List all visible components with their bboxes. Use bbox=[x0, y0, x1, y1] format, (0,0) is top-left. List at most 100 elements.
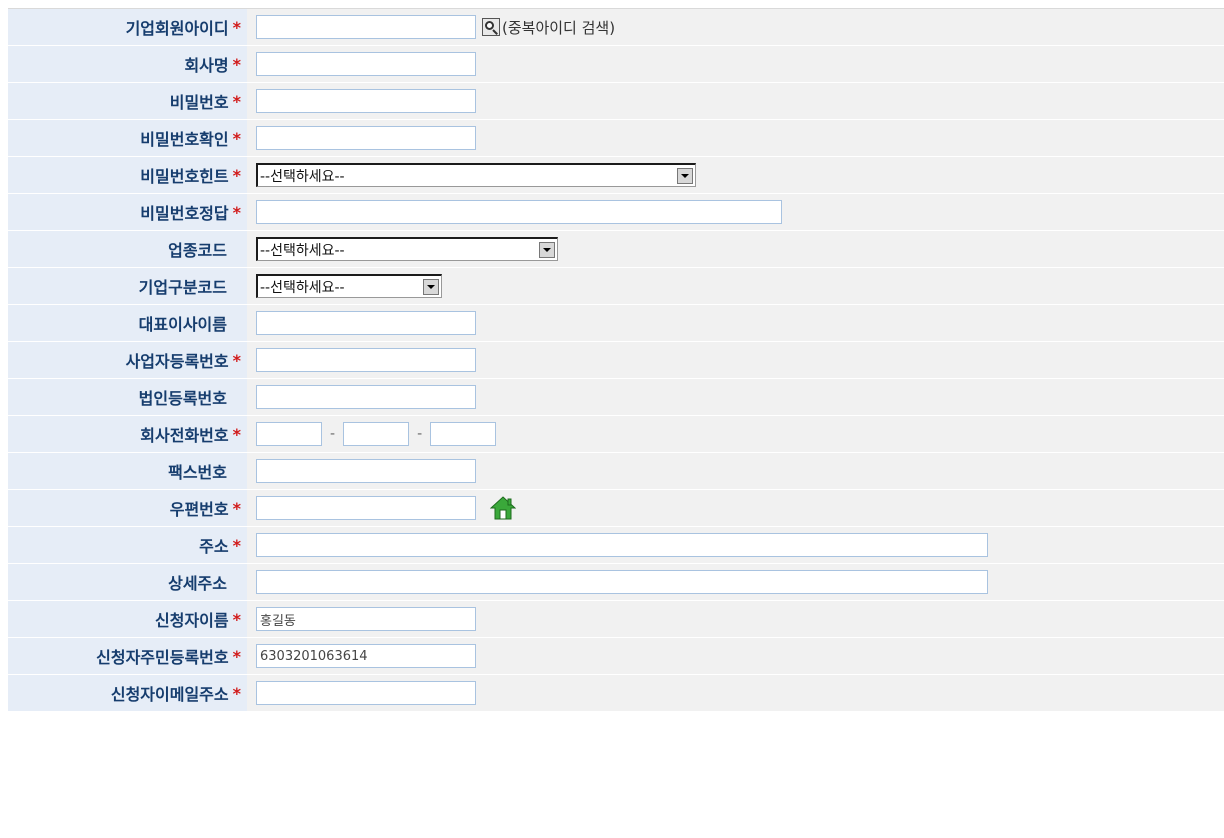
label-text: 법인등록번호 bbox=[138, 389, 227, 408]
label-text: 사업자등록번호 bbox=[125, 352, 229, 371]
industry-code-select[interactable]: --선택하세요-- bbox=[256, 237, 558, 261]
label-applicant-email: 신청자이메일주소 * bbox=[8, 675, 247, 711]
label-text: 업종코드 bbox=[168, 241, 227, 260]
label-address: 주소 * bbox=[8, 527, 247, 563]
field-company-phone: - - bbox=[247, 416, 1224, 452]
row-applicant-email: 신청자이메일주소 * bbox=[8, 675, 1224, 712]
label-corp-reg-no: 법인등록번호 bbox=[8, 379, 247, 415]
label-industry-code: 업종코드 bbox=[8, 231, 247, 267]
row-zipcode: 우편번호 * bbox=[8, 490, 1224, 527]
field-fax bbox=[247, 453, 1224, 489]
chevron-down-icon[interactable] bbox=[423, 278, 439, 295]
field-industry-code: --선택하세요-- bbox=[247, 231, 1224, 267]
field-ceo-name bbox=[247, 305, 1224, 341]
label-corp-type-code: 기업구분코드 bbox=[8, 268, 247, 304]
label-text: 상세주소 bbox=[168, 574, 227, 593]
required-mark: * bbox=[232, 128, 241, 148]
label-text: 주소 bbox=[199, 537, 229, 556]
row-company-phone: 회사전화번호 * - - bbox=[8, 416, 1224, 453]
label-applicant-name: 신청자이름 * bbox=[8, 601, 247, 637]
corp-id-input[interactable] bbox=[256, 15, 476, 39]
ceo-name-input[interactable] bbox=[256, 311, 476, 335]
required-mark: * bbox=[232, 165, 241, 185]
field-corp-reg-no bbox=[247, 379, 1224, 415]
required-mark: * bbox=[232, 424, 241, 444]
row-company-name: 회사명 * bbox=[8, 46, 1224, 83]
company-name-input[interactable] bbox=[256, 52, 476, 76]
label-password: 비밀번호 * bbox=[8, 83, 247, 119]
field-corp-type-code: --선택하세요-- bbox=[247, 268, 1224, 304]
label-ceo-name: 대표이사이름 bbox=[8, 305, 247, 341]
field-password-confirm bbox=[247, 120, 1224, 156]
home-icon[interactable] bbox=[490, 495, 516, 521]
select-value: --선택하세요-- bbox=[260, 242, 345, 259]
search-icon[interactable] bbox=[482, 18, 500, 36]
label-text: 신청자이름 bbox=[155, 611, 229, 630]
label-password-hint: 비밀번호힌트 * bbox=[8, 157, 247, 193]
label-text: 팩스번호 bbox=[168, 463, 227, 482]
label-text: 비밀번호정답 bbox=[140, 204, 229, 223]
label-company-phone: 회사전화번호 * bbox=[8, 416, 247, 452]
row-applicant-name: 신청자이름 * bbox=[8, 601, 1224, 638]
row-corp-reg-no: 법인등록번호 bbox=[8, 379, 1224, 416]
field-corp-id: (중복아이디 검색) bbox=[247, 9, 1224, 45]
field-applicant-email bbox=[247, 675, 1224, 711]
field-zipcode bbox=[247, 490, 1224, 526]
applicant-email-input[interactable] bbox=[256, 681, 476, 705]
row-fax: 팩스번호 bbox=[8, 453, 1224, 490]
field-company-name bbox=[247, 46, 1224, 82]
chevron-down-icon[interactable] bbox=[677, 167, 693, 184]
label-text: 기업회원아이디 bbox=[125, 19, 229, 38]
row-applicant-rrn: 신청자주민등록번호 * bbox=[8, 638, 1224, 675]
label-fax: 팩스번호 bbox=[8, 453, 247, 489]
field-applicant-rrn bbox=[247, 638, 1224, 674]
label-text: 대표이사이름 bbox=[138, 315, 227, 334]
password-answer-input[interactable] bbox=[256, 200, 782, 224]
label-text: 회사전화번호 bbox=[140, 426, 229, 445]
label-company-name: 회사명 * bbox=[8, 46, 247, 82]
required-mark: * bbox=[232, 609, 241, 629]
row-password-answer: 비밀번호정답 * bbox=[8, 194, 1224, 231]
password-confirm-input[interactable] bbox=[256, 126, 476, 150]
corp-type-code-select[interactable]: --선택하세요-- bbox=[256, 274, 442, 298]
field-password bbox=[247, 83, 1224, 119]
fax-input[interactable] bbox=[256, 459, 476, 483]
corp-reg-no-input[interactable] bbox=[256, 385, 476, 409]
label-text: 우편번호 bbox=[169, 500, 229, 519]
required-mark: * bbox=[232, 535, 241, 555]
label-address-detail: 상세주소 bbox=[8, 564, 247, 600]
zipcode-input[interactable] bbox=[256, 496, 476, 520]
field-address bbox=[247, 527, 1224, 563]
chevron-down-icon[interactable] bbox=[539, 241, 555, 258]
phone-part1-input[interactable] bbox=[256, 422, 322, 446]
required-mark: * bbox=[232, 350, 241, 370]
row-password-confirm: 비밀번호확인 * bbox=[8, 120, 1224, 157]
applicant-name-input[interactable] bbox=[256, 607, 476, 631]
label-applicant-rrn: 신청자주민등록번호 * bbox=[8, 638, 247, 674]
business-reg-no-input[interactable] bbox=[256, 348, 476, 372]
address-detail-input[interactable] bbox=[256, 570, 988, 594]
required-mark: * bbox=[232, 683, 241, 703]
row-address: 주소 * bbox=[8, 527, 1224, 564]
password-hint-select[interactable]: --선택하세요-- bbox=[256, 163, 696, 187]
field-business-reg-no bbox=[247, 342, 1224, 378]
phone-separator: - bbox=[417, 426, 423, 442]
required-mark: * bbox=[232, 17, 241, 37]
required-mark: * bbox=[232, 202, 241, 222]
label-text: 신청자이메일주소 bbox=[110, 685, 229, 704]
password-input[interactable] bbox=[256, 89, 476, 113]
address-input[interactable] bbox=[256, 533, 988, 557]
label-text: 회사명 bbox=[184, 56, 229, 75]
row-address-detail: 상세주소 bbox=[8, 564, 1224, 601]
applicant-rrn-input[interactable] bbox=[256, 644, 476, 668]
phone-part2-input[interactable] bbox=[343, 422, 410, 446]
row-ceo-name: 대표이사이름 bbox=[8, 305, 1224, 342]
label-text: 비밀번호 bbox=[169, 93, 229, 112]
row-business-reg-no: 사업자등록번호 * bbox=[8, 342, 1224, 379]
required-mark: * bbox=[232, 54, 241, 74]
field-password-answer bbox=[247, 194, 1224, 230]
field-password-hint: --선택하세요-- bbox=[247, 157, 1224, 193]
label-password-answer: 비밀번호정답 * bbox=[8, 194, 247, 230]
phone-part3-input[interactable] bbox=[430, 422, 497, 446]
dup-id-check-link[interactable]: (중복아이디 검색) bbox=[502, 17, 615, 38]
